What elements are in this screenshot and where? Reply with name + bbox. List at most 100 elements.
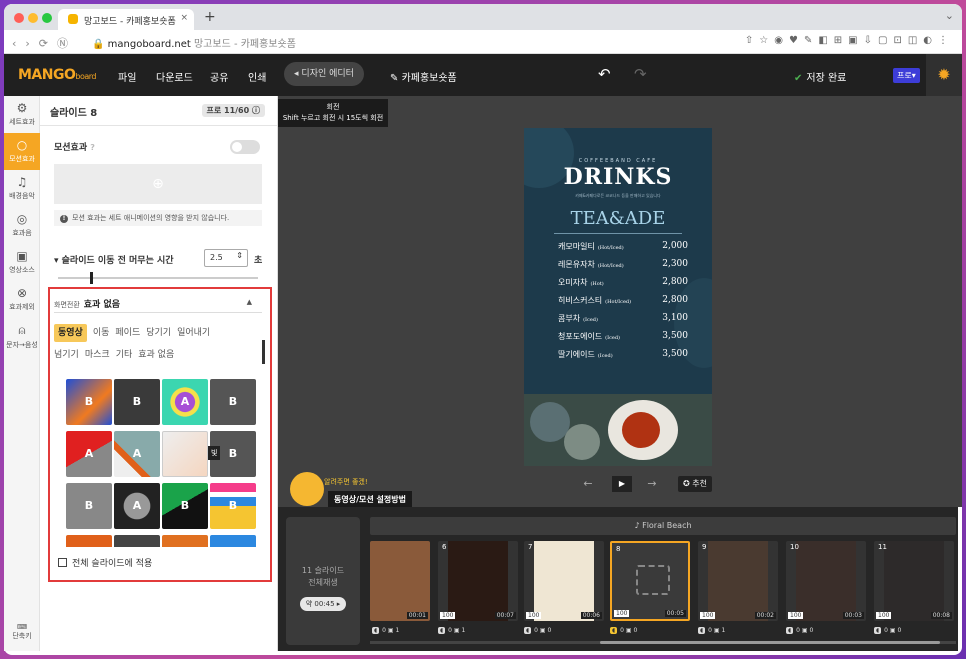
- set-effect-icon: ⚙: [16, 101, 28, 115]
- info-icon: !: [60, 215, 68, 223]
- transition-thumb[interactable]: [114, 535, 160, 547]
- mascot-icon[interactable]: [290, 472, 324, 506]
- dwell-time-input[interactable]: 2.5 ⇕: [204, 249, 248, 267]
- recommend-button[interactable]: ✪ 추천: [678, 476, 712, 492]
- slide-thumb-current[interactable]: 8 100 00:05: [610, 541, 690, 621]
- transition-thumb[interactable]: B: [162, 483, 208, 529]
- new-tab-button[interactable]: +: [204, 9, 216, 25]
- slide-stats: ◖ 0 ▣ 1: [698, 627, 726, 634]
- slide-stats: ◖ 0 ▣ 0: [786, 627, 814, 634]
- menu-print[interactable]: 인쇄: [248, 69, 266, 84]
- undo-icon[interactable]: ↶: [598, 65, 611, 83]
- transition-thumbnails: B B A B A A B B A B B: [66, 379, 258, 547]
- check-icon: ✔: [794, 73, 803, 84]
- motion-toggle[interactable]: [230, 140, 260, 154]
- motion-label: 모션효과 ?: [54, 143, 95, 153]
- exclude-icon: ⊗: [16, 286, 28, 300]
- slide-thumb[interactable]: 9 100 00:02: [698, 541, 778, 621]
- sound-effect-icon: ◎: [16, 212, 28, 226]
- slide-thumb[interactable]: 10 100 00:03: [786, 541, 866, 621]
- settings-gear-icon[interactable]: ✹: [926, 54, 962, 96]
- close-tab-icon[interactable]: ×: [180, 13, 188, 23]
- category-move[interactable]: 이동: [93, 322, 110, 344]
- poster-canvas[interactable]: COFFEEBAND CAFE DRINKS 카페&카페다로든 코코나드 등을 …: [524, 128, 712, 466]
- pro-badge[interactable]: 프로▾: [893, 68, 920, 83]
- prev-slide-icon[interactable]: ←: [578, 476, 598, 492]
- panel-scrollbar[interactable]: [262, 340, 265, 364]
- recommend-icon: ✪: [683, 479, 693, 488]
- document-name[interactable]: ✎ 카페홍보숏폼: [390, 69, 457, 84]
- mangoboard-logo[interactable]: MANGOboard: [18, 67, 96, 83]
- apply-all-checkbox[interactable]: 전체 슬라이드에 적용: [58, 556, 152, 569]
- motion-icon: ○: [16, 138, 28, 152]
- tab-search-icon[interactable]: ⌄: [945, 9, 954, 22]
- category-mask[interactable]: 마스크: [85, 344, 110, 366]
- transition-thumb-light[interactable]: [162, 431, 208, 477]
- slide-stats: ◖ 0 ▣ 0: [610, 627, 638, 634]
- transition-thumb[interactable]: A: [162, 379, 208, 425]
- category-flip[interactable]: 넘기기: [54, 344, 79, 366]
- transition-thumb[interactable]: [162, 535, 208, 547]
- dwell-label: ▾ 슬라이드 이동 전 머무는 시간: [54, 256, 174, 266]
- window-controls[interactable]: [14, 13, 56, 26]
- poster-subtitle: 카페&카페다로든 코코나드 등을 판매하고 있습니다: [575, 193, 661, 198]
- category-video[interactable]: 동영상: [54, 324, 87, 342]
- shortcut-button[interactable]: ⌨ 단축키: [4, 623, 40, 641]
- rail-item-motion-effect[interactable]: ○ 모션효과: [4, 133, 40, 170]
- play-icon[interactable]: ▶: [612, 476, 632, 492]
- slide-stats: ◖ 0 ▣ 0: [524, 627, 552, 634]
- transition-thumb[interactable]: A: [114, 483, 160, 529]
- slider-handle[interactable]: [90, 272, 93, 284]
- poster-menu: 캐모마일티 (Hot/Iced) 2,000 레몬유자차 (Hot/Iced) 2,30…: [558, 241, 688, 367]
- menu-download[interactable]: 다운로드: [156, 69, 193, 84]
- rail-item-video-source[interactable]: ▣ 영상소스: [4, 244, 40, 281]
- save-status: ✔ 저장 완료: [794, 73, 847, 84]
- menu-item: 캐모마일티 (Hot/Iced) 2,000: [558, 241, 688, 251]
- category-etc[interactable]: 기타: [116, 344, 133, 366]
- transition-thumb[interactable]: B: [66, 379, 112, 425]
- pencil-icon: ✎: [390, 73, 402, 84]
- dwell-slider[interactable]: [58, 272, 258, 284]
- bgm-track[interactable]: ♪ Floral Beach: [370, 517, 956, 535]
- url-field[interactable]: 🔒 mangoboard.net 망고보드 - 카페홍보숏폼: [92, 35, 296, 50]
- slide-thumb[interactable]: 11 100 00:08: [874, 541, 954, 621]
- motion-note: ! 모션 효과는 세트 애니메이션의 영향을 받지 않습니다.: [54, 210, 262, 226]
- slide-thumb[interactable]: 00:01: [370, 541, 430, 621]
- transition-thumb[interactable]: B: [66, 483, 112, 529]
- rail-item-set-effect[interactable]: ⚙ 세트효과: [4, 96, 40, 133]
- slide-strip: 00:01 6 100 00:07 7 100 00:06 8 100 00:05 9 100…: [370, 541, 956, 647]
- rail-item-bgm[interactable]: ♫ 배경음악: [4, 170, 40, 207]
- nav-buttons[interactable]: ‹›⟳Ⓝ: [12, 35, 77, 51]
- transition-thumb[interactable]: A: [114, 431, 160, 477]
- redo-icon[interactable]: ↷: [634, 65, 647, 83]
- menu-share[interactable]: 공유: [210, 69, 228, 84]
- transition-thumb[interactable]: A: [66, 431, 112, 477]
- transition-dropdown[interactable]: 화면전환 효과 없음 ▲: [54, 293, 262, 313]
- plus-icon: ⊕: [152, 176, 164, 192]
- menu-item: 딸기에이드 (Iced) 3,500: [558, 349, 688, 359]
- slide-thumb[interactable]: 7 100 00:06: [524, 541, 604, 621]
- transition-thumb[interactable]: [210, 535, 256, 547]
- slide-thumb[interactable]: 6 100 00:07: [438, 541, 518, 621]
- category-none[interactable]: 효과 없음: [138, 344, 174, 366]
- design-editor-button[interactable]: ◂ 디자인 에디터: [284, 62, 364, 86]
- rail-item-sound-effect[interactable]: ◎ 효과음: [4, 207, 40, 244]
- category-fade[interactable]: 페이드: [115, 322, 140, 344]
- browser-tab[interactable]: 망고보드 - 카페홍보숏폼 ×: [58, 9, 194, 30]
- howto-button[interactable]: 동영상/모션 설정방법: [328, 491, 412, 508]
- transition-thumb[interactable]: B: [210, 379, 256, 425]
- transition-thumb[interactable]: B: [210, 483, 256, 529]
- category-pull[interactable]: 당기기: [146, 322, 171, 344]
- category-lift[interactable]: 일어내기: [177, 322, 210, 344]
- next-slide-icon[interactable]: →: [642, 476, 662, 492]
- play-all-card[interactable]: 11 슬라이드 전체재생 약 00:45 ▸: [286, 517, 360, 645]
- timeline-scrollbar[interactable]: [370, 641, 956, 644]
- rail-item-tts[interactable]: ⍝ 문자→음성: [4, 318, 40, 355]
- transition-thumb[interactable]: [66, 535, 112, 547]
- extension-icons[interactable]: ⇧☆◉♥✎◧⊞▣⇩▢⊡◫◐⋮: [745, 35, 954, 46]
- add-motion-button[interactable]: ⊕: [54, 164, 262, 204]
- rail-item-exclude-effect[interactable]: ⊗ 효과제외: [4, 281, 40, 318]
- transition-thumb[interactable]: B: [114, 379, 160, 425]
- poster-divider: [554, 233, 682, 234]
- menu-file[interactable]: 파일: [118, 69, 136, 84]
